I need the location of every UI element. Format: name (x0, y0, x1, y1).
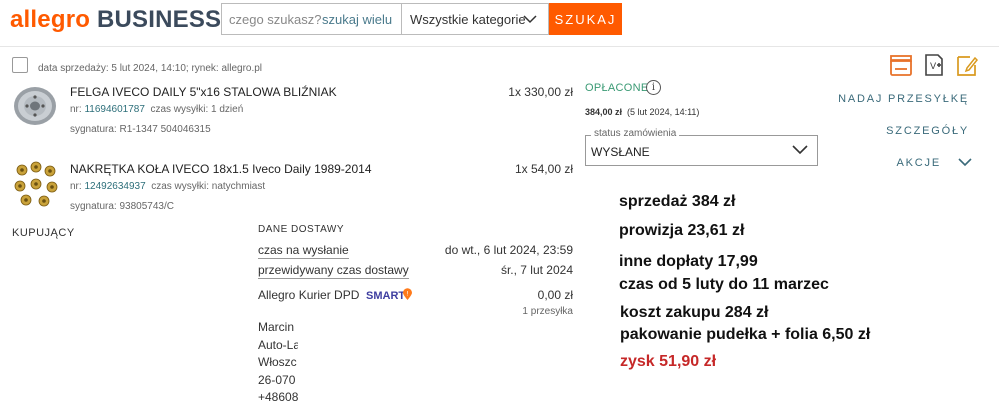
delivery-row-label: przewidywany czas dostawy (258, 263, 409, 279)
product-image-wheel[interactable] (12, 85, 58, 127)
payment-date: (5 lut 2024, 14:11) (627, 107, 700, 117)
note-sales: sprzedaż 384 zł (619, 193, 736, 210)
item-meta: nr: 11694601787 czas wysyłki: 1 dzień (70, 104, 243, 115)
buyer-heading: KUPUJĄCY (12, 227, 75, 239)
header-divider (0, 46, 999, 47)
delivery-heading: DANE DOSTAWY (258, 224, 345, 235)
payment-amount-value: 384,00 zł (585, 107, 623, 117)
address-line: Auto-La (258, 337, 298, 352)
address-line: 26-070 (258, 372, 296, 387)
delivery-row-value: do wt., 6 lut 2024, 23:59 (444, 243, 573, 257)
order-sale-meta: data sprzedaży: 5 lut 2024, 14:10; rynek… (38, 63, 263, 74)
product-image-nuts[interactable] (12, 160, 60, 208)
payment-status: OPŁACONE (585, 82, 649, 94)
ship-parcel-link[interactable]: NADAJ PRZESYŁKĘ (838, 93, 969, 105)
chevron-down-icon[interactable] (957, 157, 973, 169)
note-packaging: pakowanie pudełka + folia 6,50 zł (620, 326, 871, 343)
chevron-down-icon (792, 145, 808, 155)
item-title[interactable]: FELGA IVECO DAILY 5"x16 STALOWA BLIŹNIAK (70, 85, 337, 99)
chevron-down-icon (523, 15, 537, 24)
order-status-label: status zamówienia (591, 128, 680, 139)
search-input[interactable] (222, 11, 322, 27)
search-many-link[interactable]: szukaj wielu (322, 12, 402, 27)
search-box: szukaj wielu (221, 3, 401, 35)
smart-pin-icon: ! (403, 288, 412, 300)
search-button[interactable]: SZUKAJ (549, 3, 622, 35)
item-ship-label: czas wysyłki: (151, 181, 209, 192)
item-ship-label: czas wysyłki: (150, 104, 209, 115)
item-title[interactable]: NAKRĘTKA KOŁA IVECO 18x1.5 Iveco Daily 1… (70, 162, 372, 176)
item-nr-link[interactable]: 12492634937 (84, 181, 145, 192)
smart-badge: SMART (366, 290, 406, 302)
svg-text:V: V (930, 62, 937, 72)
payment-amount: 384,00 zł (5 lut 2024, 14:11) (585, 107, 699, 117)
allegro-business-logo[interactable]: allegro BUSINESS (10, 6, 221, 34)
address-line: +48608 (258, 390, 298, 404)
delivery-row-label: czas na wysłanie (258, 243, 349, 259)
address-line: Włoszc (258, 355, 297, 369)
item-price: 1x 330,00 zł (508, 85, 573, 99)
item-nr-label: nr: (70, 181, 82, 192)
svg-text:!: ! (406, 291, 408, 298)
item-price: 1x 54,00 zł (514, 162, 573, 176)
note-period: czas od 5 luty do 11 marzec (619, 276, 829, 293)
item-signature: sygnatura: R1-1347 504046315 (70, 124, 211, 135)
item-ship-value: natychmiast (211, 181, 266, 192)
category-select-value: Wszystkie kategorie (410, 11, 526, 27)
parcel-count: 1 przesyłka (522, 306, 573, 317)
note-icon[interactable] (955, 53, 979, 77)
info-icon[interactable]: i (646, 80, 661, 95)
logo-allegro-text: allegro (10, 6, 91, 33)
item-ship-value: 1 dzień (211, 104, 244, 115)
delivery-address: Marcin Auto-La Włoszc 26-070 +48608 (258, 319, 298, 407)
carrier-name: Allegro Kurier DPD SMART (258, 288, 405, 302)
address-line: Marcin (258, 320, 295, 334)
order-status-value: WYSŁANE (591, 145, 650, 159)
item-nr-label: nr: (70, 104, 82, 115)
note-profit: zysk 51,90 zł (620, 353, 717, 370)
note-commission: prowizja 23,61 zł (619, 222, 745, 239)
shipping-label-icon[interactable] (889, 54, 913, 78)
logo-business-text: BUSINESS (96, 6, 222, 33)
note-other-fees: inne dopłaty 17,99 (619, 253, 758, 270)
category-select[interactable]: Wszystkie kategorie (401, 3, 549, 35)
item-meta: nr: 12492634937 czas wysyłki: natychmias… (70, 181, 265, 192)
delivery-row-value: śr., 7 lut 2024 (500, 263, 573, 277)
note-purchase-cost: koszt zakupu 284 zł (620, 304, 769, 321)
item-nr-link[interactable]: 11694601787 (84, 104, 144, 115)
carrier-price: 0,00 zł (537, 288, 573, 302)
item-signature: sygnatura: 93805743/C (70, 201, 174, 212)
invoice-icon[interactable]: V (922, 53, 946, 77)
carrier-label: Allegro Kurier DPD (258, 288, 360, 302)
order-select-checkbox[interactable] (12, 57, 28, 73)
actions-menu[interactable]: AKCJE (897, 157, 941, 169)
details-link[interactable]: SZCZEGÓŁY (886, 125, 969, 137)
